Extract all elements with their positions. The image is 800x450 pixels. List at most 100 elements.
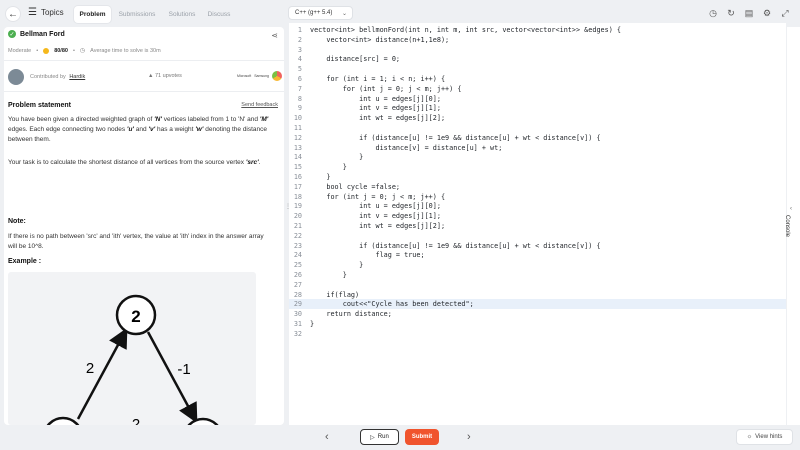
bottom-bar bbox=[0, 425, 800, 450]
settings-gear-icon[interactable]: ⚙ bbox=[762, 8, 772, 18]
code-line[interactable]: 27 bbox=[289, 280, 786, 290]
avg-time: Average time to solve is 30m bbox=[90, 47, 161, 54]
edge-weight: 2 bbox=[86, 360, 94, 377]
code-line[interactable]: 26 } bbox=[289, 270, 786, 280]
code-text: vector<int> distance(n+1,1e8); bbox=[310, 35, 450, 44]
separator-dot: • bbox=[36, 47, 39, 54]
avatar bbox=[8, 69, 24, 85]
code-line[interactable]: 21 int wt = edges[j][2]; bbox=[289, 221, 786, 231]
line-number: 4 bbox=[297, 55, 302, 64]
code-line[interactable]: 12 if (distance[u] != 1e9 && distance[u]… bbox=[289, 133, 786, 143]
code-line[interactable]: 8 int u = edges[j][0]; bbox=[289, 94, 786, 104]
notes-icon[interactable]: ▤ bbox=[744, 8, 754, 18]
code-text: cout<<"Cycle has been detected"; bbox=[310, 300, 474, 309]
line-number: 24 bbox=[293, 251, 302, 260]
coin-icon bbox=[43, 47, 50, 54]
code-line[interactable]: 10 int wt = edges[j][2]; bbox=[289, 113, 786, 123]
submit-button[interactable]: Submit bbox=[405, 429, 439, 445]
reset-icon[interactable]: ↻ bbox=[726, 8, 736, 18]
code-line[interactable]: 14 } bbox=[289, 152, 786, 162]
code-line[interactable]: 17 bool cycle =false; bbox=[289, 182, 786, 192]
code-text: for (int j = 0; j < m; j++) { bbox=[310, 192, 446, 201]
chevron-down-icon: ⌄ bbox=[341, 10, 347, 17]
console-label[interactable]: Console bbox=[784, 215, 790, 237]
menu-icon: ☰ bbox=[28, 6, 37, 18]
code-line[interactable]: 15 } bbox=[289, 162, 786, 172]
line-number: 25 bbox=[293, 261, 302, 270]
code-text: int wt = edges[j][2]; bbox=[310, 222, 446, 230]
back-button[interactable]: ← bbox=[5, 6, 21, 22]
line-number: 26 bbox=[293, 271, 302, 279]
tab-solutions[interactable]: Solutions bbox=[164, 6, 200, 23]
run-button[interactable]: ▷ Run bbox=[360, 429, 399, 445]
line-number: 10 bbox=[293, 114, 302, 123]
code-line[interactable]: 6 for (int i = 1; i < n; i++) { bbox=[289, 74, 786, 84]
code-line[interactable]: 7 for (int j = 0; j < m; j++) { bbox=[289, 84, 786, 94]
line-number: 13 bbox=[293, 143, 302, 152]
code-line[interactable]: 32 bbox=[289, 329, 786, 339]
arrow-left-icon: ← bbox=[8, 8, 18, 20]
chevron-left-icon[interactable]: ‹ bbox=[790, 206, 792, 212]
line-number: 11 bbox=[293, 124, 302, 132]
line-number: 23 bbox=[293, 241, 302, 250]
code-line[interactable]: 28 if(flag) bbox=[289, 290, 786, 300]
code-line[interactable]: 19 int u = edges[j][0]; bbox=[289, 201, 786, 211]
code-line[interactable]: 16 } bbox=[289, 172, 786, 182]
code-line[interactable]: 23 if (distance[u] != 1e9 && distance[u]… bbox=[289, 241, 786, 251]
contributed-label: Contributed by bbox=[30, 74, 66, 80]
code-line[interactable]: 11 bbox=[289, 123, 786, 133]
line-number: 9 bbox=[297, 104, 302, 113]
node-label: 2 bbox=[131, 307, 140, 326]
share-icon[interactable]: ⋖ bbox=[271, 31, 278, 40]
contributor-row: Contributed by Hardik ▲ 71 upvotes Micro… bbox=[8, 69, 282, 85]
topics-button[interactable]: ☰ Topics bbox=[28, 6, 64, 18]
code-line[interactable]: 22 bbox=[289, 231, 786, 241]
code-line[interactable]: 1 vector<int> bellmonFord(int n, int m, i… bbox=[289, 25, 786, 35]
line-number: 2 bbox=[297, 35, 302, 44]
line-number: 1 bbox=[297, 26, 302, 34]
statement-paragraph-1: You have been given a directed weighted … bbox=[8, 116, 269, 143]
prev-problem-arrow-icon[interactable]: ‹ bbox=[325, 431, 329, 443]
upvote-count[interactable]: ▲ 71 upvotes bbox=[148, 73, 182, 79]
code-line[interactable]: 18 for (int j = 0; j < m; j++) { bbox=[289, 192, 786, 202]
code-text: int wt = edges[j][2]; bbox=[310, 114, 446, 123]
code-line[interactable]: 4 distance[src] = 0; bbox=[289, 54, 786, 64]
contributor-link[interactable]: Hardik bbox=[69, 74, 85, 80]
fullscreen-icon[interactable]: ⤢ bbox=[780, 8, 790, 18]
code-line[interactable]: 20 int v = edges[j][1]; bbox=[289, 211, 786, 221]
code-line[interactable]: 2 vector<int> distance(n+1,1e8); bbox=[289, 35, 786, 45]
tab-problem[interactable]: Problem bbox=[74, 6, 111, 23]
code-text: int v = edges[j][1]; bbox=[310, 212, 441, 221]
view-hints-button[interactable]: ☼ View hints bbox=[736, 429, 793, 445]
edge-weight: 2 bbox=[132, 416, 140, 425]
line-number: 19 bbox=[293, 202, 302, 211]
language-select[interactable]: C++ (g++ 5.4) ⌄ bbox=[288, 6, 353, 20]
code-line[interactable]: 13 distance[v] = distance[u] + wt; bbox=[289, 143, 786, 153]
send-feedback-link[interactable]: Send feedback bbox=[241, 102, 278, 108]
company-tags[interactable]: Microsoft Samsung bbox=[237, 71, 282, 81]
timer-icon[interactable]: ◷ bbox=[708, 8, 718, 18]
code-text: if (distance[u] != 1e9 && distance[u] + … bbox=[310, 133, 601, 142]
code-line[interactable]: 3 bbox=[289, 45, 786, 55]
tab-discuss[interactable]: Discuss bbox=[203, 6, 235, 23]
separator-dot: • bbox=[72, 47, 75, 54]
code-text: int v = edges[j][1]; bbox=[310, 104, 441, 113]
next-problem-arrow-icon[interactable]: › bbox=[467, 431, 471, 443]
code-editor[interactable]: 1 vector<int> bellmonFord(int n, int m, i… bbox=[289, 23, 786, 425]
graph-node bbox=[46, 416, 80, 425]
divider bbox=[4, 91, 284, 92]
code-line[interactable]: 25 } bbox=[289, 260, 786, 270]
code-line[interactable]: 9 int v = edges[j][1]; bbox=[289, 103, 786, 113]
tab-submissions[interactable]: Submissions bbox=[114, 6, 160, 23]
company-logo: Samsung bbox=[254, 74, 269, 78]
code-line[interactable]: 5 bbox=[289, 64, 786, 74]
code-line[interactable]: 24 flag = true; bbox=[289, 250, 786, 260]
code-line[interactable]: 30 return distance; bbox=[289, 309, 786, 319]
example-heading: Example : bbox=[8, 258, 42, 265]
code-line[interactable]: 29 cout<<"Cycle has been detected"; bbox=[289, 299, 786, 310]
line-number: 6 bbox=[297, 75, 302, 83]
code-text: if (distance[u] != 1e9 && distance[u] + … bbox=[310, 241, 601, 250]
code-text: if(flag) bbox=[310, 290, 360, 299]
play-icon: ▷ bbox=[370, 434, 375, 441]
code-line[interactable]: 31} bbox=[289, 319, 786, 329]
